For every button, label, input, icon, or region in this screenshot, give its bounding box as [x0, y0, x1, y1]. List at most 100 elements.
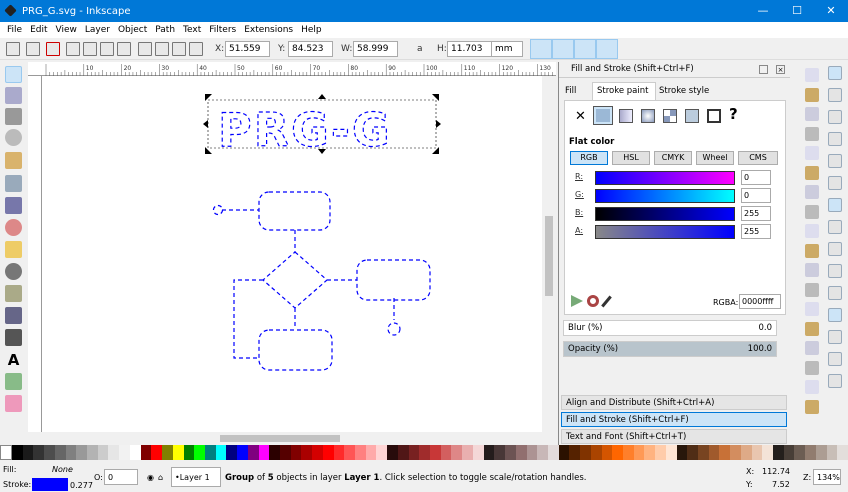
radial-gradient-button[interactable] — [641, 109, 655, 123]
snap-midpoint-icon[interactable] — [828, 286, 842, 300]
palette-swatch[interactable] — [655, 445, 666, 460]
pattern-button[interactable] — [663, 109, 677, 123]
copy-icon[interactable] — [805, 224, 819, 238]
export-icon[interactable] — [805, 165, 819, 180]
palette-swatch[interactable] — [483, 445, 495, 460]
snap-toggle-icon[interactable] — [828, 66, 842, 80]
zoom-drawing-icon[interactable] — [805, 302, 819, 316]
palette-swatch[interactable] — [783, 445, 795, 460]
snap-center-icon[interactable] — [828, 308, 842, 322]
palette-swatch[interactable] — [162, 445, 173, 460]
flow-box-bottom[interactable] — [258, 329, 333, 371]
b-input[interactable]: 255 — [741, 206, 771, 221]
r-slider[interactable] — [595, 171, 735, 185]
rotate-ccw-icon[interactable] — [66, 42, 80, 56]
stroke-width[interactable]: 0.277 — [70, 481, 93, 490]
palette-swatch[interactable] — [301, 445, 313, 460]
palette-swatch[interactable] — [462, 445, 473, 460]
palette-swatch[interactable] — [494, 445, 506, 460]
snap-bbox-midpoint-icon[interactable] — [828, 154, 842, 168]
selector-tool-icon[interactable] — [5, 66, 22, 83]
zoom-page-icon[interactable] — [805, 321, 819, 336]
transform-gradients-toggle[interactable] — [574, 39, 596, 59]
palette-swatch[interactable] — [269, 445, 280, 460]
out-of-gamut-icon[interactable] — [587, 295, 599, 307]
close-button[interactable]: ✕ — [814, 0, 848, 22]
horizontal-scrollbar[interactable] — [0, 432, 556, 445]
fill-value[interactable]: None — [52, 465, 73, 474]
menu-view[interactable]: View — [56, 25, 77, 35]
menu-text[interactable]: Text — [183, 25, 201, 35]
rectangle-tool-icon[interactable] — [5, 175, 22, 192]
flow-box-top[interactable] — [258, 191, 331, 231]
palette-swatch[interactable] — [440, 445, 452, 460]
paste-icon[interactable] — [805, 263, 819, 277]
minimize-button[interactable]: — — [746, 0, 780, 22]
snap-page-icon[interactable] — [828, 374, 842, 388]
palette-swatch[interactable] — [183, 445, 195, 460]
mode-rgb-tab[interactable]: RGB — [570, 151, 608, 165]
a-slider[interactable] — [595, 225, 735, 239]
eraser-tool-icon[interactable] — [5, 395, 22, 412]
rgba-input[interactable]: 0000ffff — [739, 294, 781, 309]
flow-start-node[interactable] — [212, 204, 224, 216]
palette-swatch[interactable] — [569, 445, 581, 460]
ellipse-tool-icon[interactable] — [5, 219, 22, 236]
palette-swatch[interactable] — [108, 445, 120, 460]
snap-intersection-icon[interactable] — [828, 220, 842, 234]
print-icon[interactable] — [805, 126, 819, 141]
palette-swatch[interactable] — [837, 445, 848, 460]
scale-corners-toggle[interactable] — [552, 39, 574, 59]
r-input[interactable]: 0 — [741, 170, 771, 185]
dialog-close-button[interactable]: × — [776, 65, 785, 74]
xml-editor-icon[interactable] — [805, 399, 819, 414]
pencil-tool-icon[interactable] — [5, 285, 22, 302]
raise-icon[interactable] — [172, 42, 186, 56]
prg-g-text[interactable]: PRG-G — [217, 102, 392, 157]
palette-swatch[interactable] — [644, 445, 656, 460]
palette-swatch[interactable] — [290, 445, 302, 460]
palette-swatch[interactable] — [397, 445, 409, 460]
menu-filters[interactable]: Filters — [209, 25, 236, 35]
tweak-tool-icon[interactable] — [5, 108, 22, 125]
dialog-iconify-button[interactable] — [759, 65, 768, 74]
layer-lock-icon[interactable]: ⌂ — [158, 473, 163, 482]
palette-swatch[interactable] — [54, 445, 66, 460]
select-all-icon[interactable] — [6, 42, 20, 56]
zoom-input[interactable]: 134% — [813, 469, 841, 485]
palette-swatch[interactable] — [387, 445, 398, 460]
palette-swatch[interactable] — [344, 445, 355, 460]
lock-proportions-icon[interactable]: a — [417, 44, 423, 54]
blur-slider[interactable]: Blur (%) 0.0 — [563, 320, 777, 336]
unset-paint-button[interactable] — [707, 109, 721, 123]
flow-end-node[interactable] — [387, 322, 401, 336]
palette-swatch[interactable] — [151, 445, 163, 460]
flip-vertical-icon[interactable] — [117, 42, 131, 56]
palette-swatch[interactable] — [33, 445, 45, 460]
flat-color-button[interactable] — [593, 106, 613, 125]
palette-swatch[interactable] — [805, 445, 816, 460]
stroke-swatch[interactable] — [32, 478, 68, 491]
menu-extensions[interactable]: Extensions — [244, 25, 293, 35]
lower-icon[interactable] — [155, 42, 169, 56]
x-input[interactable]: 51.559 — [225, 41, 270, 57]
menu-edit[interactable]: Edit — [30, 25, 47, 35]
g-input[interactable]: 0 — [741, 188, 771, 203]
palette-swatch[interactable] — [719, 445, 731, 460]
palette-swatch[interactable] — [204, 445, 216, 460]
snap-bbox-edge-icon[interactable] — [828, 110, 842, 124]
rotate-cw-icon[interactable] — [83, 42, 97, 56]
undo-icon[interactable] — [805, 185, 819, 199]
palette-swatch[interactable] — [65, 445, 77, 460]
spray-tool-icon[interactable] — [5, 373, 22, 390]
palette-swatch[interactable] — [794, 445, 806, 460]
palette-swatch[interactable] — [408, 445, 420, 460]
menu-path[interactable]: Path — [155, 25, 175, 35]
text-tool-icon[interactable]: A — [5, 351, 22, 369]
palette-swatch[interactable] — [12, 445, 23, 460]
palette-swatch[interactable] — [87, 445, 98, 460]
palette-swatch[interactable] — [601, 445, 613, 460]
palette-swatch[interactable] — [172, 445, 184, 460]
menu-layer[interactable]: Layer — [85, 25, 110, 35]
y-input[interactable]: 84.523 — [288, 41, 333, 57]
